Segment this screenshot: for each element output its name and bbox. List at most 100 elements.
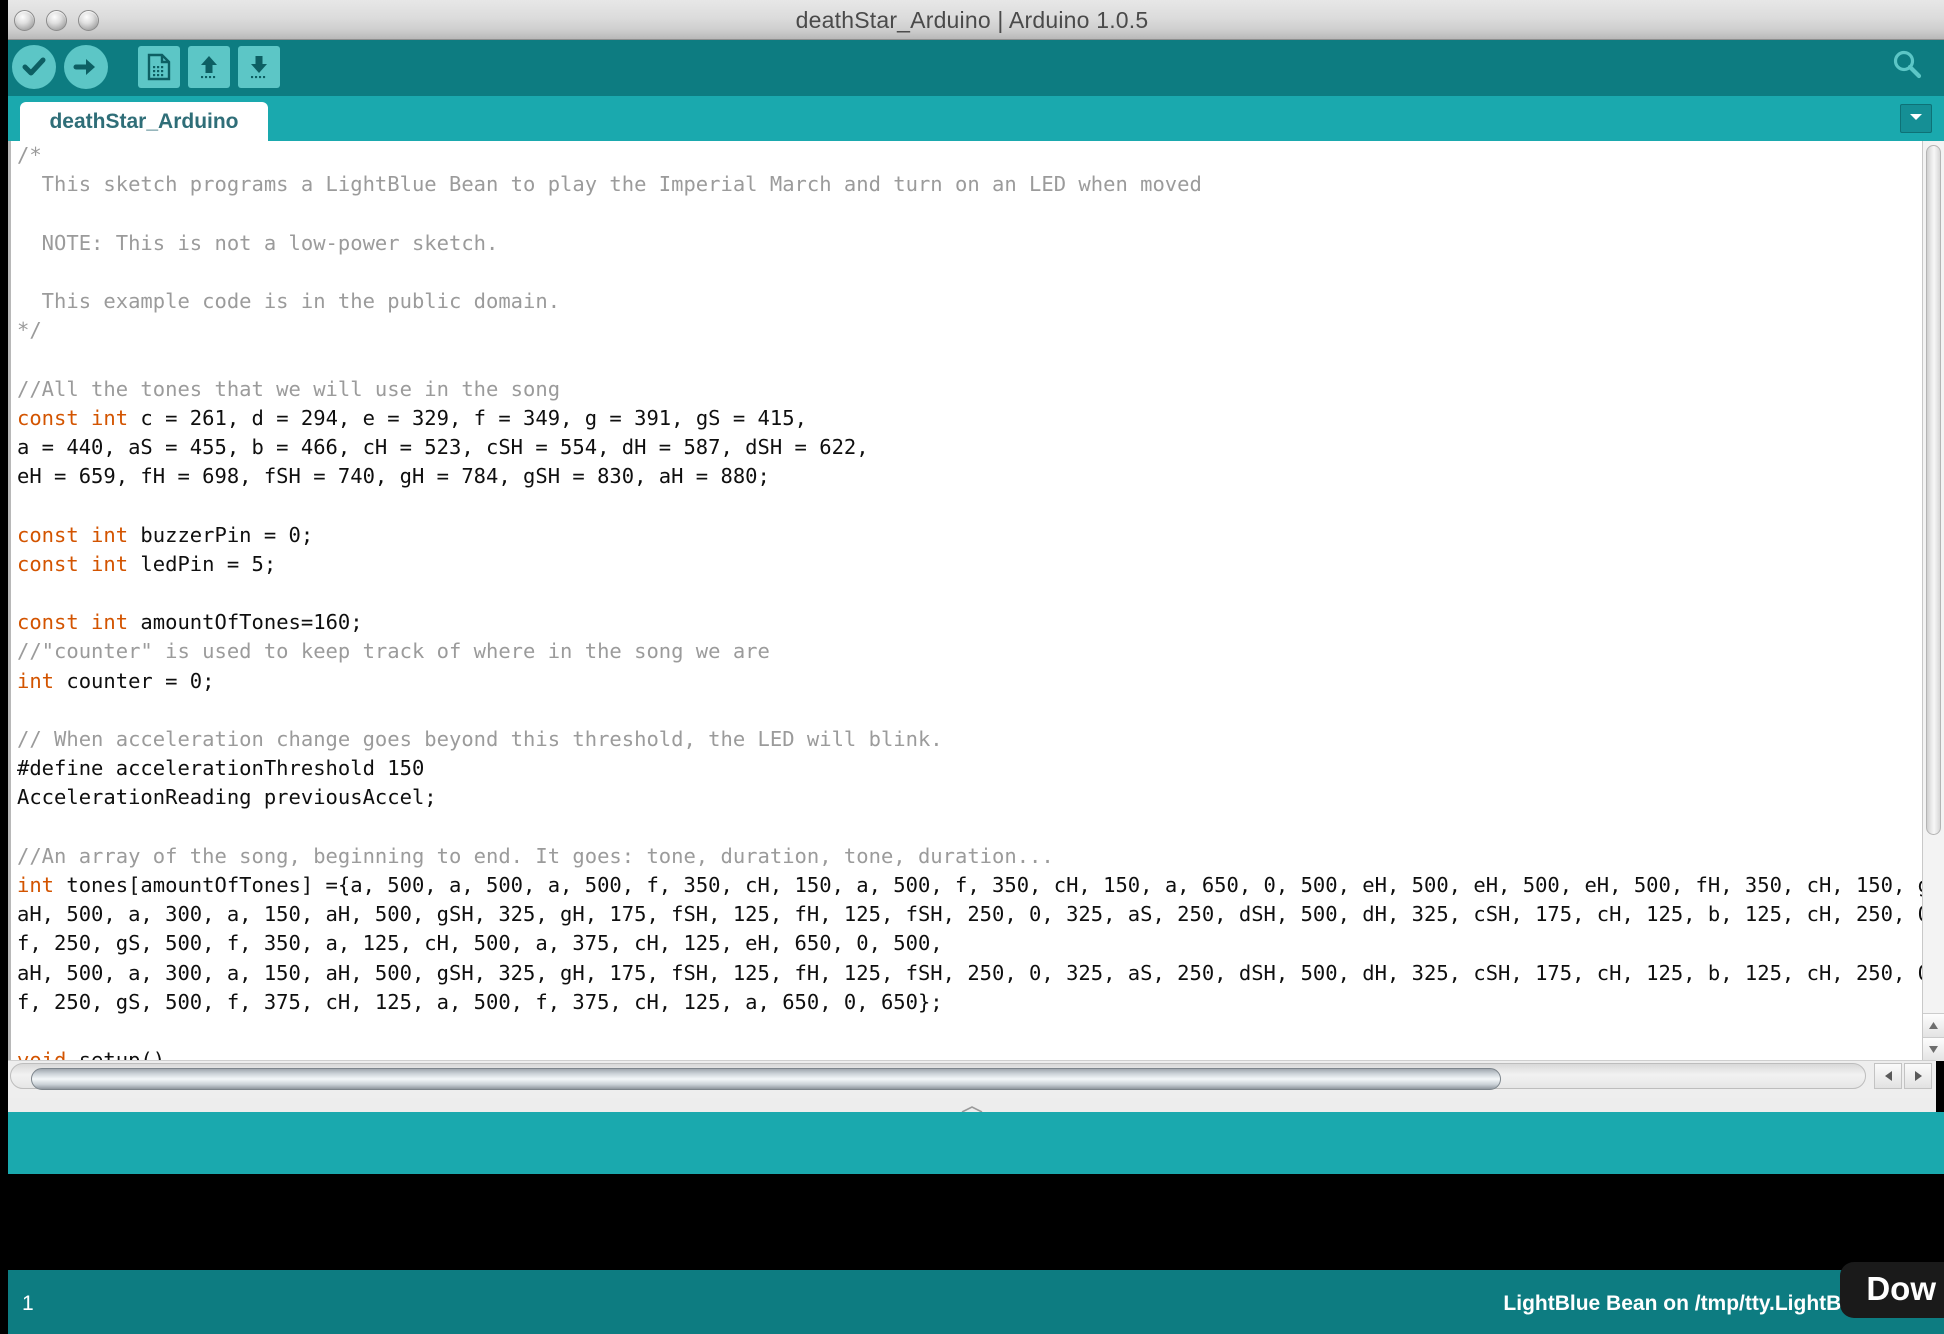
code-token: tones[amountOfTones] ={a, 500, a, 500, a…: [54, 873, 1936, 898]
code-line: //"counter" is used to keep track of whe…: [17, 637, 1936, 666]
arduino-ide-window: deathStar_Arduino | Arduino 1.0.5 deathS…: [0, 0, 1944, 1334]
code-token: int: [17, 668, 55, 693]
new-sketch-button[interactable]: [138, 46, 180, 88]
main-toolbar: [0, 40, 1944, 96]
horizontal-scroll-thumb[interactable]: [31, 1068, 1501, 1090]
verify-button[interactable]: [12, 45, 56, 89]
code-token: /*: [17, 143, 42, 167]
serial-monitor-button[interactable]: [1888, 48, 1926, 86]
splitter-grip-icon: [959, 1101, 985, 1113]
code-token: aH, 500, a, 300, a, 150, aH, 500, gSH, 3…: [17, 960, 1936, 985]
code-line: const int buzzerPin = 0;: [17, 521, 1936, 550]
download-tooltip: Dow: [1840, 1262, 1944, 1318]
magnifier-icon: [1890, 48, 1924, 87]
code-token: NOTE: This is not a low-power sketch.: [17, 230, 499, 255]
code-token: f, 250, gS, 500, f, 350, a, 125, cH, 500…: [17, 931, 943, 956]
sketch-tab-label: deathStar_Arduino: [49, 109, 239, 133]
window-titlebar: deathStar_Arduino | Arduino 1.0.5: [0, 0, 1944, 40]
code-token: This sketch programs a LightBlue Bean to…: [17, 172, 1202, 197]
code-token: buzzerPin = 0;: [128, 522, 314, 547]
scroll-down-button[interactable]: [1923, 1037, 1944, 1061]
code-token: a = 440, aS = 455, b = 466, cH = 523, cS…: [17, 435, 869, 460]
code-line: AccelerationReading previousAccel;: [17, 783, 1936, 812]
editor-code-text[interactable]: /* This sketch programs a LightBlue Bean…: [17, 141, 1936, 1061]
arrow-up-icon: [196, 53, 222, 81]
caret-up-icon: [1929, 1022, 1938, 1029]
code-line: int counter = 0;: [17, 667, 1936, 696]
cursor-line-number: 1: [22, 1292, 34, 1315]
code-line: f, 250, gS, 500, f, 375, cH, 125, a, 500…: [17, 988, 1936, 1017]
code-token: amountOfTones=160;: [128, 610, 363, 635]
status-message-bar: [8, 1112, 1944, 1174]
code-line: */: [17, 316, 1936, 345]
code-line: /*: [17, 141, 1936, 170]
code-token: // When acceleration change goes beyond …: [17, 727, 943, 752]
checkmark-icon: [21, 54, 47, 80]
code-token: c = 261, d = 294, e = 329, f = 349, g = …: [128, 405, 807, 430]
code-token: ledPin = 5;: [128, 551, 277, 576]
editor-console-splitter[interactable]: [8, 1098, 1936, 1113]
toolbar-button-group: [12, 45, 280, 89]
code-token: const int: [17, 551, 129, 576]
document-icon: [146, 53, 172, 81]
scroll-up-button[interactable]: [1923, 1013, 1944, 1037]
caret-left-icon: [1884, 1071, 1892, 1081]
code-line: This sketch programs a LightBlue Bean to…: [17, 170, 1936, 199]
code-line: aH, 500, a, 300, a, 150, aH, 500, gSH, 3…: [17, 900, 1936, 929]
code-editor[interactable]: /* This sketch programs a LightBlue Bean…: [8, 141, 1936, 1061]
code-line: #define accelerationThreshold 150: [17, 754, 1936, 783]
code-line: aH, 500, a, 300, a, 150, aH, 500, gSH, 3…: [17, 959, 1936, 988]
scroll-left-button[interactable]: [1874, 1063, 1902, 1089]
vertical-scroll-track[interactable]: [1923, 141, 1944, 1013]
code-token: const int: [17, 405, 129, 430]
code-line: //All the tones that we will use in the …: [17, 375, 1936, 404]
scroll-right-button[interactable]: [1904, 1063, 1932, 1089]
tab-dropdown-button[interactable]: [1900, 104, 1932, 133]
bottom-status-bar: 1 LightBlue Bean on /tmp/tty.LightBlue-B…: [8, 1270, 1944, 1334]
sketch-tab-strip: deathStar_Arduino: [0, 96, 1944, 141]
sketch-tab-deathstar-arduino[interactable]: deathStar_Arduino: [20, 102, 268, 141]
code-line: This example code is in the public domai…: [17, 287, 1936, 316]
code-token: AccelerationReading previousAccel;: [17, 785, 437, 810]
code-line: eH = 659, fH = 698, fSH = 740, gH = 784,…: [17, 462, 1936, 491]
save-sketch-button[interactable]: [238, 46, 280, 88]
console-output-panel[interactable]: [8, 1174, 1944, 1270]
code-token: //All the tones that we will use in the …: [17, 376, 561, 401]
code-line: int tones[amountOfTones] ={a, 500, a, 50…: [17, 871, 1936, 900]
code-token: #define accelerationThreshold 150: [17, 756, 425, 781]
code-token: //"counter" is used to keep track of whe…: [17, 639, 770, 664]
window-title: deathStar_Arduino | Arduino 1.0.5: [795, 7, 1149, 33]
window-left-edge: [0, 0, 8, 1334]
code-token: This example code is in the public domai…: [17, 289, 561, 314]
code-line: f, 250, gS, 500, f, 350, a, 125, cH, 500…: [17, 929, 1936, 958]
caret-right-icon: [1914, 1071, 1922, 1081]
code-line: NOTE: This is not a low-power sketch.: [17, 229, 1936, 258]
horizontal-scroll-track[interactable]: [10, 1063, 1866, 1090]
code-line: a = 440, aS = 455, b = 466, cH = 523, cS…: [17, 433, 1936, 462]
code-line: // When acceleration change goes beyond …: [17, 725, 1936, 754]
caret-down-icon: [1929, 1046, 1938, 1053]
chevron-down-icon: [1908, 110, 1924, 128]
code-token: //An array of the song, beginning to end…: [17, 843, 1054, 868]
code-line: //An array of the song, beginning to end…: [17, 842, 1936, 871]
arrow-right-icon: [73, 54, 99, 80]
code-token: const int: [17, 610, 129, 635]
editor-vertical-scrollbar[interactable]: [1922, 141, 1944, 1061]
code-line: const int c = 261, d = 294, e = 329, f =…: [17, 404, 1936, 433]
code-token: counter = 0;: [54, 668, 215, 693]
upload-button[interactable]: [64, 45, 108, 89]
code-token: aH, 500, a, 300, a, 150, aH, 500, gSH, 3…: [17, 902, 1936, 927]
editor-left-rule: [8, 141, 11, 1061]
vertical-scroll-thumb[interactable]: [1926, 145, 1941, 835]
open-sketch-button[interactable]: [188, 46, 230, 88]
code-line: const int amountOfTones=160;: [17, 608, 1936, 637]
editor-horizontal-scrollbar[interactable]: [8, 1060, 1936, 1098]
code-token: */: [17, 318, 42, 343]
